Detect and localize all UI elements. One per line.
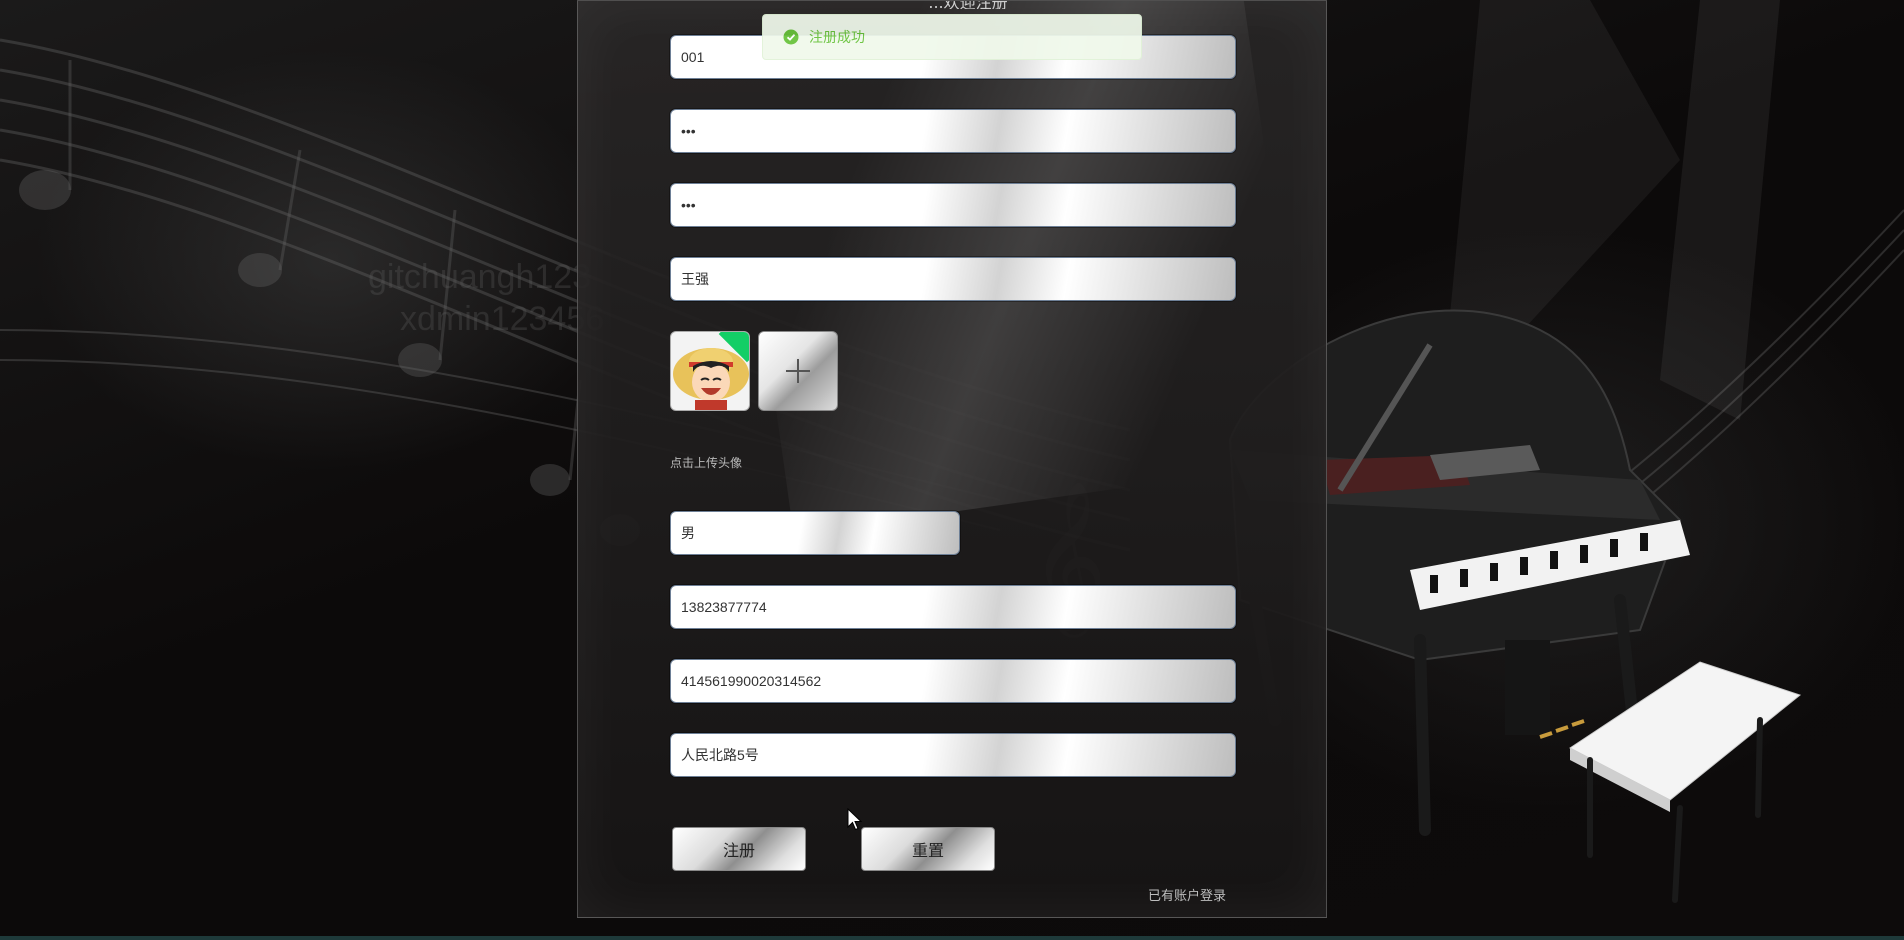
gender-select[interactable]: 男 <box>670 511 960 555</box>
name-input[interactable]: 王强 <box>670 257 1236 301</box>
phone-input[interactable]: 13823877774 <box>670 585 1236 629</box>
register-button[interactable]: 注册 <box>672 827 806 871</box>
bottom-bar <box>0 936 1904 940</box>
toast-message: 注册成功 <box>809 30 865 46</box>
password-input[interactable]: ••• <box>670 109 1236 153</box>
avatar-preview[interactable] <box>670 331 750 411</box>
confirm-password-input[interactable]: ••• <box>670 183 1236 227</box>
background-ghost-text: xdmin123456 <box>400 300 605 338</box>
plus-icon <box>786 359 810 383</box>
mouse-cursor-icon <box>847 808 863 831</box>
confirm-password-input-value: ••• <box>681 197 696 213</box>
background-ghost-text: gitchuangh123 <box>368 258 592 296</box>
phone-input-value: 13823877774 <box>681 599 767 615</box>
id-card-input-value: 414561990020314562 <box>681 673 822 689</box>
check-circle-icon <box>783 29 799 45</box>
address-input[interactable]: 人民北路5号 <box>670 733 1236 777</box>
success-toast: 注册成功 <box>762 14 1142 60</box>
page-title: ...欢迎注册 <box>818 1 1118 9</box>
address-input-value: 人民北路5号 <box>681 747 759 763</box>
register-panel: ...欢迎注册 001 ••• ••• 王强 点击上传头像 男 <box>577 0 1327 918</box>
name-input-value: 王强 <box>681 271 709 287</box>
gender-select-value: 男 <box>681 525 695 541</box>
password-input-value: ••• <box>681 123 696 139</box>
reset-button[interactable]: 重置 <box>861 827 995 871</box>
avatar-upload-button[interactable] <box>758 331 838 411</box>
account-input-value: 001 <box>681 49 705 65</box>
id-card-input[interactable]: 414561990020314562 <box>670 659 1236 703</box>
login-link[interactable]: 已有账户登录 <box>1148 885 1226 904</box>
avatar-upload-hint: 点击上传头像 <box>670 456 743 470</box>
